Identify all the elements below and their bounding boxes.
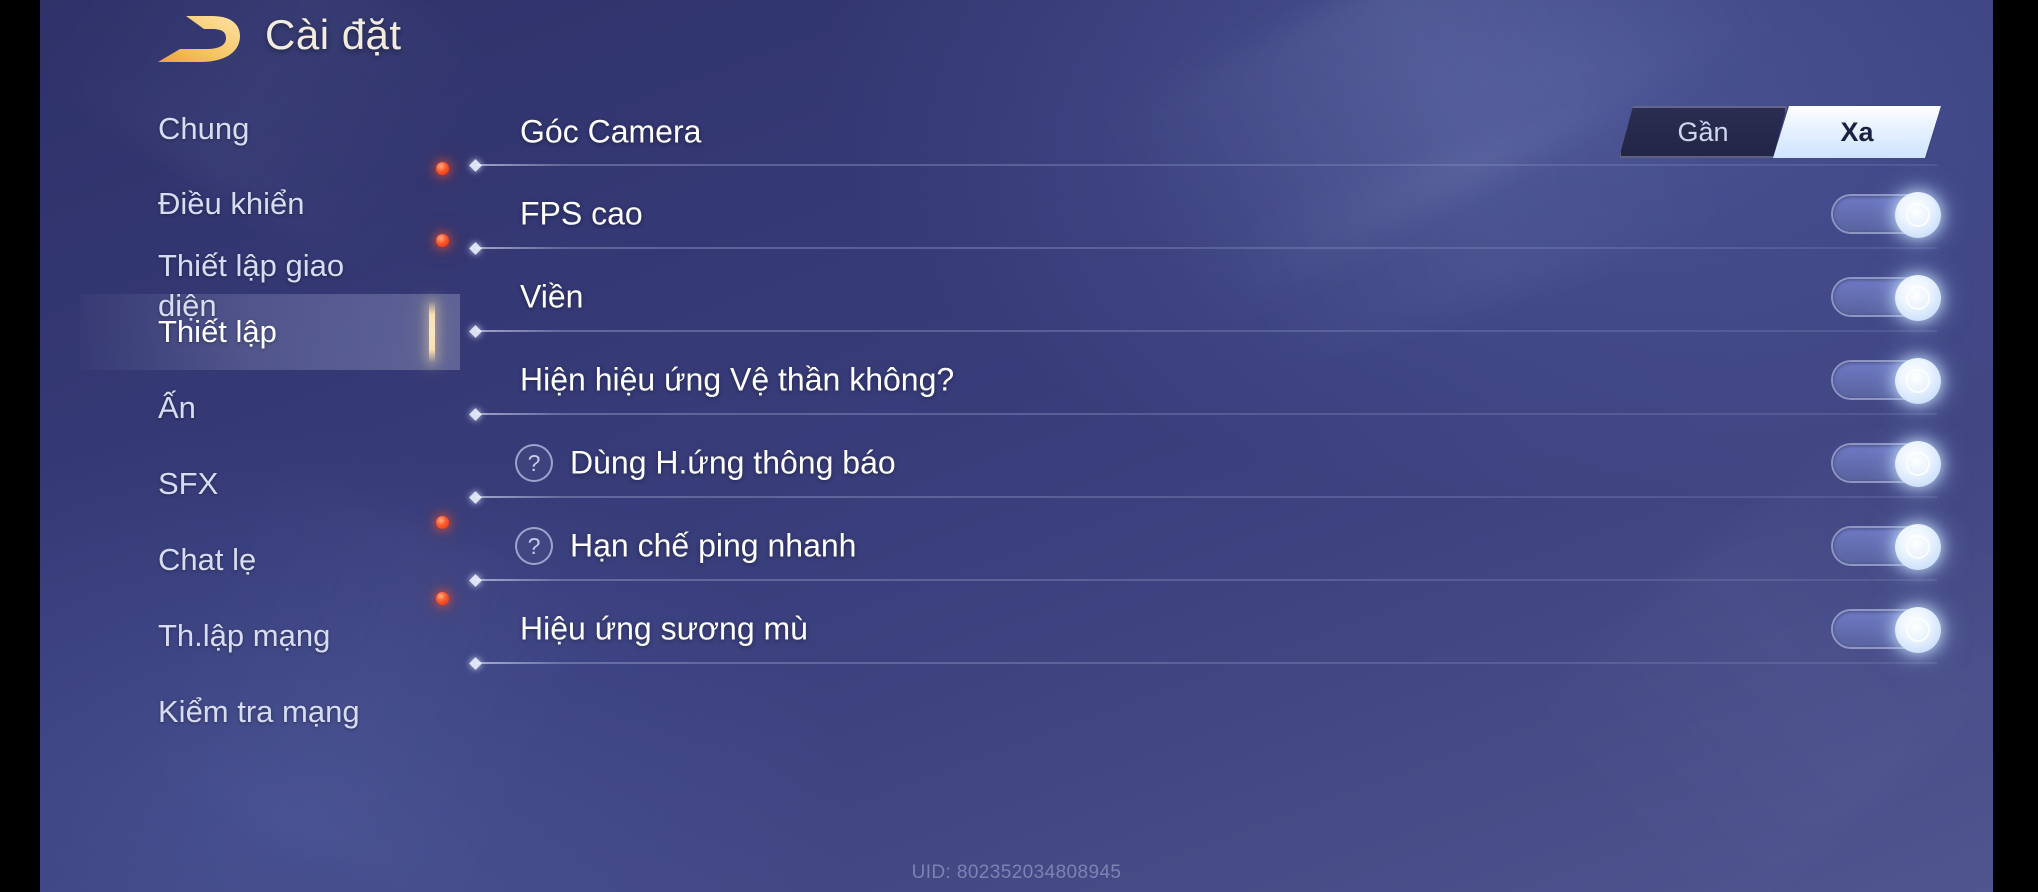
camera-angle-segmented-control[interactable]: Gần Xa [1619, 106, 1941, 158]
sidebar-item-label: SFX [158, 466, 219, 502]
sidebar-item-label: Kiểm tra mạng [158, 694, 360, 730]
hieu-ung-suong-mu-toggle[interactable] [1833, 607, 1941, 653]
sidebar-item-label: Th.lập mạng [158, 618, 331, 654]
fps-cao-toggle[interactable] [1833, 192, 1941, 238]
setting-label: Góc Camera [520, 113, 702, 150]
question-mark-icon[interactable]: ? [515, 444, 553, 482]
sidebar-item-label: Chung [158, 111, 250, 147]
toggle-knob [1895, 524, 1941, 570]
header: Cài đặt [40, 0, 1993, 92]
setting-label: FPS cao [520, 195, 643, 232]
question-mark-icon[interactable]: ? [515, 527, 553, 565]
sidebar-item-chung[interactable]: Chung [80, 92, 460, 166]
sidebar-item-an[interactable]: Ấn [80, 370, 460, 446]
setting-label: Hiệu ứng sương mù [520, 610, 808, 647]
han-che-ping-nhanh-toggle[interactable] [1833, 524, 1941, 570]
page-title: Cài đặt [265, 11, 402, 58]
letterbox-bar-right [1993, 0, 2038, 892]
sidebar-item-label: Thiết lập [158, 314, 277, 350]
setting-label: Viền [520, 278, 584, 315]
setting-label: Hiện hiệu ứng Vệ thần không? [520, 361, 955, 398]
sidebar-item-label: Điều khiển [158, 186, 305, 222]
toggle-knob [1895, 441, 1941, 487]
settings-stage: Cài đặt Chung Điều khiển Thiết lập giao … [40, 0, 1993, 892]
setting-row-hieu-ung-suong-mu: Hiệu ứng sương mù [460, 575, 1993, 683]
notification-badge-dot [436, 592, 449, 605]
toggle-knob [1895, 358, 1941, 404]
hieu-ung-ve-than-toggle[interactable] [1833, 358, 1941, 404]
dung-hung-thong-bao-toggle[interactable] [1833, 441, 1941, 487]
setting-label: Hạn chế ping nhanh [570, 527, 857, 564]
sidebar-item-label: Chat lẹ [158, 542, 257, 578]
letterbox-bar-left [0, 0, 40, 892]
sidebar-item-kiem-tra-mang[interactable]: Kiểm tra mạng [80, 674, 460, 750]
setting-label: Dùng H.ứng thông báo [570, 444, 896, 481]
toggle-knob [1895, 607, 1941, 653]
segment-option-xa[interactable]: Xa [1773, 106, 1941, 158]
sidebar-item-sfx[interactable]: SFX [80, 446, 460, 522]
row-separator [476, 662, 1937, 664]
settings-list: Góc Camera Gần Xa FPS cao Viền Hiện hiệu… [460, 92, 1993, 892]
sidebar: Chung Điều khiển Thiết lập giao diện Thi… [80, 92, 460, 892]
notification-badge-dot [436, 162, 449, 175]
notification-badge-dot [436, 234, 449, 247]
sidebar-item-chat-le[interactable]: Chat lẹ [80, 522, 460, 598]
vien-toggle[interactable] [1833, 275, 1941, 321]
sidebar-item-dieu-khien[interactable]: Điều khiển [80, 166, 460, 242]
sidebar-item-th-lap-mang[interactable]: Th.lập mạng [80, 598, 460, 674]
sidebar-item-label: Ấn [158, 390, 196, 426]
game-logo-icon [150, 12, 246, 68]
active-accent-bar [429, 300, 435, 364]
toggle-knob [1895, 192, 1941, 238]
game-settings-screen: Cài đặt Chung Điều khiển Thiết lập giao … [0, 0, 2038, 892]
segment-option-gan[interactable]: Gần [1619, 106, 1787, 158]
toggle-knob [1895, 275, 1941, 321]
notification-badge-dot [436, 516, 449, 529]
